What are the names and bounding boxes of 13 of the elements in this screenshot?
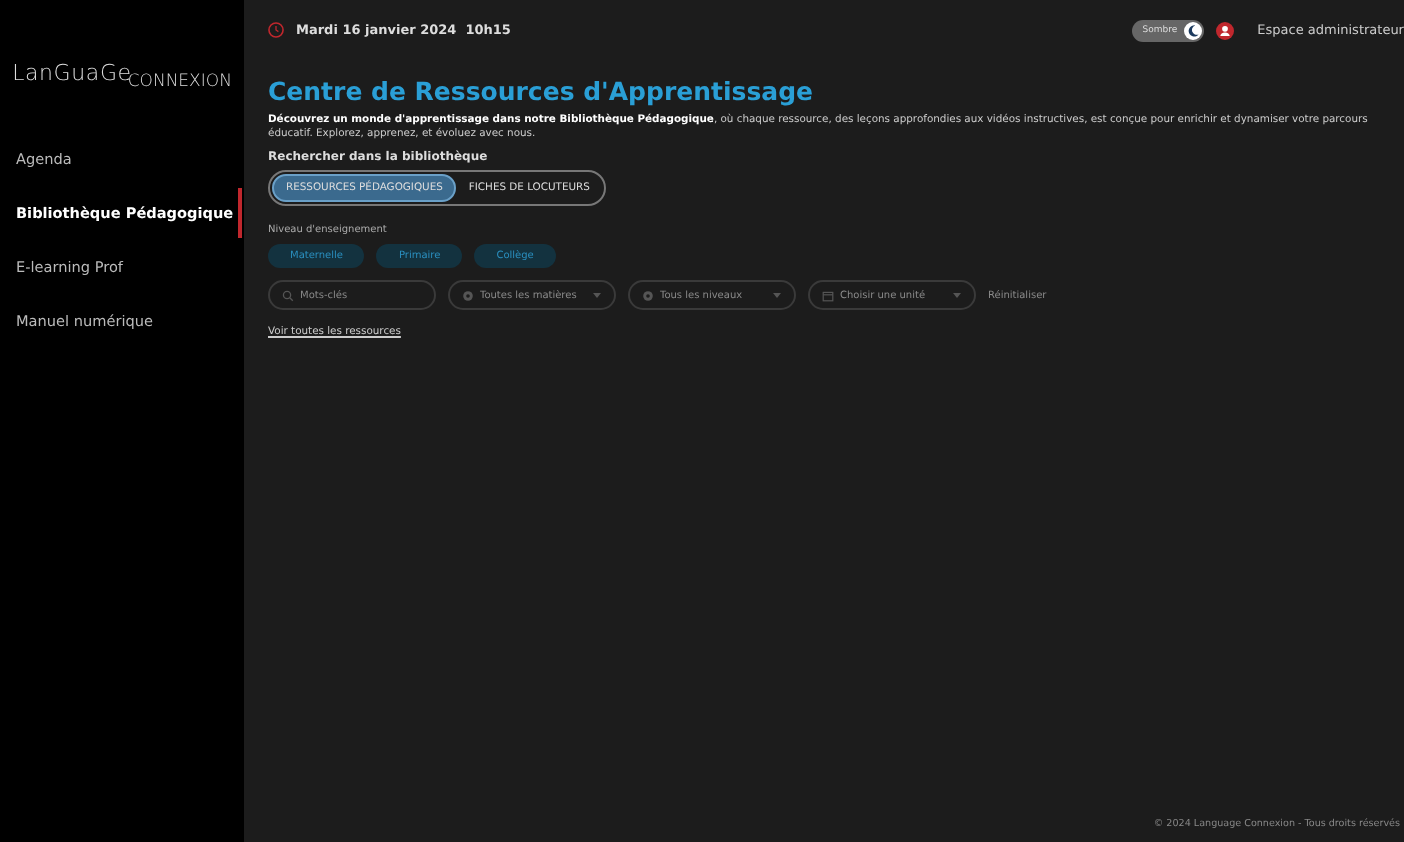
search-icon: [282, 289, 294, 301]
caret-icon: [952, 291, 962, 299]
caret-icon: [592, 291, 602, 299]
logo-text: LanGuaGe: [12, 60, 132, 86]
page-title: Centre de Ressources d'Apprentissage: [268, 76, 815, 106]
target-icon: [462, 289, 474, 301]
user-icon: [1215, 21, 1234, 39]
target-icon: [642, 289, 654, 301]
clock-icon: [268, 22, 284, 38]
logo-subtext: CONNEXION: [127, 72, 232, 92]
moon-icon: [1185, 23, 1200, 37]
calendar-icon: [822, 289, 834, 301]
caret-icon: [772, 291, 782, 299]
